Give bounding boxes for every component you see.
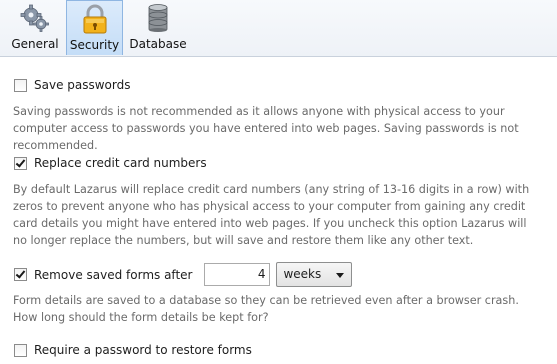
- replace-cc-description: By default Lazarus will replace credit c…: [13, 183, 530, 247]
- replace-cc-option[interactable]: Replace credit card numbers: [14, 156, 207, 170]
- replace-cc-checkbox[interactable]: [14, 156, 27, 170]
- save-passwords-description: Saving passwords is not recommended as i…: [13, 105, 519, 152]
- remove-forms-count-input[interactable]: 4: [204, 263, 271, 286]
- tab-database-label: Database: [129, 37, 187, 51]
- preferences-toolbar: General Security Database: [0, 0, 557, 57]
- require-password-checkbox[interactable]: [14, 343, 27, 357]
- remove-forms-label[interactable]: Remove saved forms after: [34, 268, 192, 282]
- remove-forms-unit-value: weeks: [283, 267, 322, 281]
- tab-database[interactable]: Database: [127, 0, 189, 55]
- tab-security-label: Security: [69, 38, 120, 52]
- save-passwords-label: Save passwords: [34, 78, 131, 92]
- save-passwords-option[interactable]: Save passwords: [14, 78, 131, 92]
- require-password-label: Require a password to restore forms: [34, 343, 252, 357]
- require-password-option[interactable]: Require a password to restore forms: [14, 343, 252, 357]
- tab-security[interactable]: Security: [66, 0, 123, 55]
- chevron-down-icon: [336, 273, 345, 278]
- tab-general[interactable]: General: [6, 0, 64, 55]
- padlock-icon: [80, 4, 110, 34]
- tab-general-label: General: [11, 37, 59, 51]
- remove-forms-unit-select[interactable]: weeks: [276, 262, 353, 287]
- remove-forms-description: Form details are saved to a database so …: [13, 294, 519, 324]
- gears-icon: [20, 3, 50, 33]
- save-passwords-checkbox[interactable]: [14, 78, 27, 92]
- remove-forms-checkbox[interactable]: [14, 268, 27, 281]
- database-icon: [143, 3, 173, 33]
- replace-cc-label: Replace credit card numbers: [34, 156, 207, 170]
- remove-forms-option: Remove saved forms after 4 weeks: [14, 262, 353, 287]
